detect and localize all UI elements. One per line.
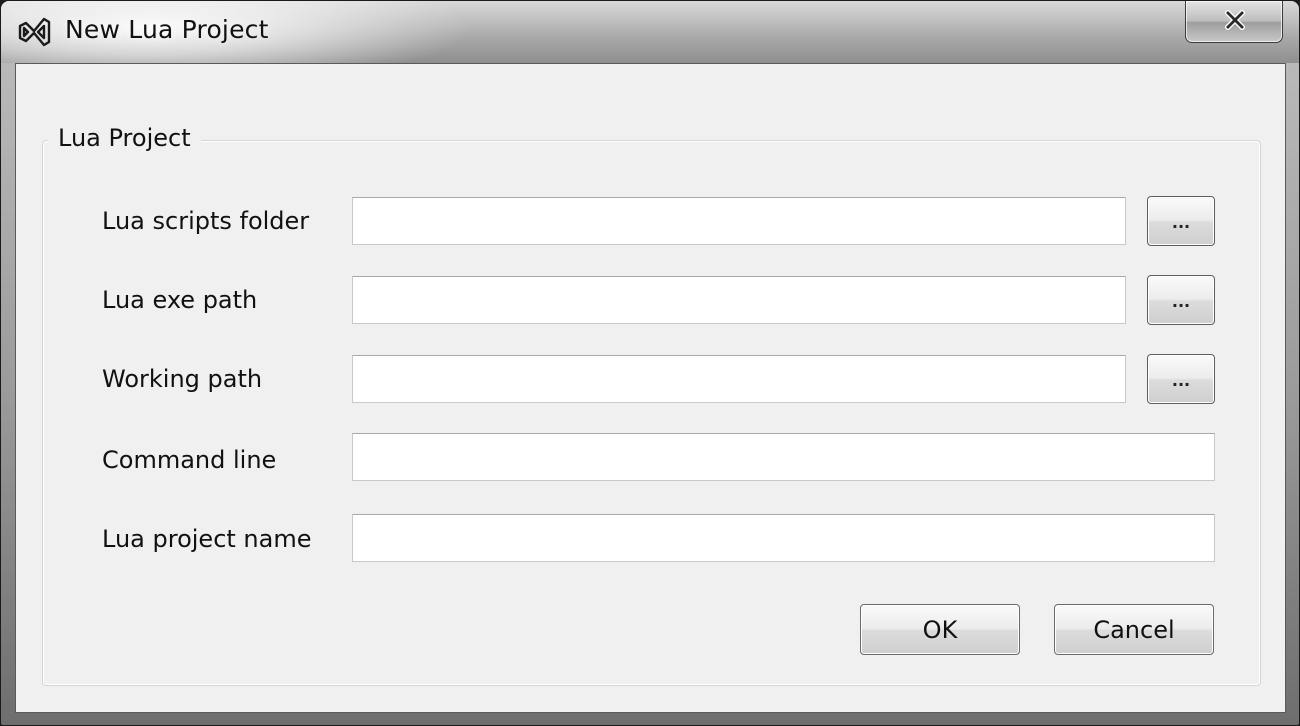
close-button[interactable] [1185,1,1283,43]
window-title: New Lua Project [65,15,269,44]
lua-project-name-label: Lua project name [102,525,312,553]
browse-working-path-button[interactable]: ... [1147,354,1215,404]
dialog-body: Lua Project Lua scripts folder ... Lua e… [15,63,1286,713]
working-path-label: Working path [102,365,263,393]
working-path-input[interactable] [352,355,1126,403]
browse-exe-path-button[interactable]: ... [1147,275,1215,325]
cancel-button[interactable]: Cancel [1054,604,1214,655]
close-x-icon [1225,10,1245,30]
lua-project-name-input[interactable] [352,514,1215,562]
visual-studio-icon [17,15,51,49]
command-line-label: Command line [102,446,277,474]
lua-exe-path-input[interactable] [352,276,1126,324]
lua-exe-path-label: Lua exe path [102,286,258,314]
dialog-window: New Lua Project Lua Project Lua scripts … [0,0,1300,726]
lua-scripts-folder-input[interactable] [352,197,1126,245]
lua-scripts-folder-label: Lua scripts folder [102,207,310,235]
title-bar[interactable]: New Lua Project [1,1,1299,63]
ok-button[interactable]: OK [860,604,1020,655]
groupbox-title: Lua Project [48,124,201,152]
command-line-input[interactable] [352,433,1215,481]
browse-scripts-folder-button[interactable]: ... [1147,196,1215,246]
